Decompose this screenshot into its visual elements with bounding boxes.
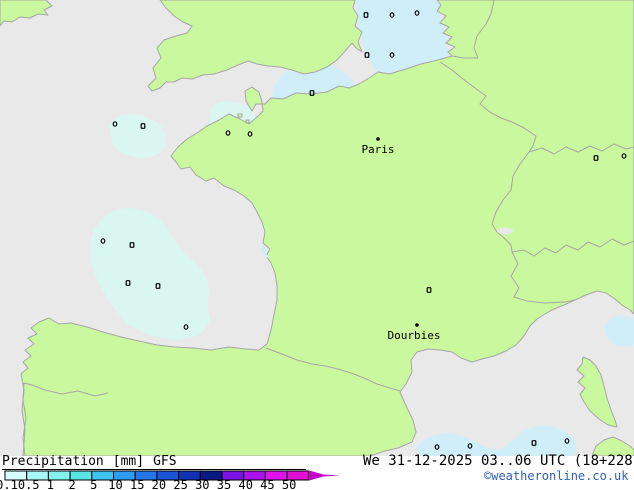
legend-tick-label: 0.1 (0, 478, 18, 490)
lake-geneva (497, 227, 513, 235)
legend-tick-label: 30 (195, 478, 209, 490)
map-svg: Paris Dourbies (0, 0, 634, 456)
city-dot (376, 137, 380, 141)
legend-tick-label: 5 (90, 478, 97, 490)
forecast-datetime: We 31-12-2025 03..06 UTC (18+228 (363, 453, 633, 469)
legend-title: Precipitation [mm] GFS (2, 454, 306, 470)
legend-unit-label: [mm] (112, 454, 145, 469)
footer-bar: Precipitation[mm]GFS 0.10.51251015202530… (0, 453, 634, 490)
city-label: Dourbies (388, 329, 441, 342)
legend-arrow (309, 470, 341, 481)
legend-tick-label: 2 (68, 478, 75, 490)
legend-tick-label: 40 (238, 478, 252, 490)
copyright-link[interactable]: ©weatheronline.co.uk (484, 469, 629, 483)
legend-tick-label: 20 (152, 478, 166, 490)
legend-tick-label: 1 (47, 478, 54, 490)
legend-scale: 0.10.5125101520253035404550 (0, 470, 341, 490)
legend-tick-label: 0.5 (18, 478, 40, 490)
legend-param-label: Precipitation (2, 454, 104, 469)
legend-tick-label: 15 (130, 478, 144, 490)
precipitation-map: Paris Dourbies (0, 0, 634, 456)
legend-tick-label: 10 (108, 478, 122, 490)
city-label: Paris (361, 143, 394, 156)
legend-tick-label: 35 (217, 478, 231, 490)
legend-tick-label: 45 (260, 478, 274, 490)
city-dot (415, 323, 419, 327)
legend-model-label: GFS (153, 454, 177, 469)
legend-tick-label: 25 (173, 478, 187, 490)
weather-map-page: Paris Dourbies Precipitation [mm] GFS 0.10.… (0, 0, 634, 490)
legend-tick-label: 50 (282, 478, 296, 490)
